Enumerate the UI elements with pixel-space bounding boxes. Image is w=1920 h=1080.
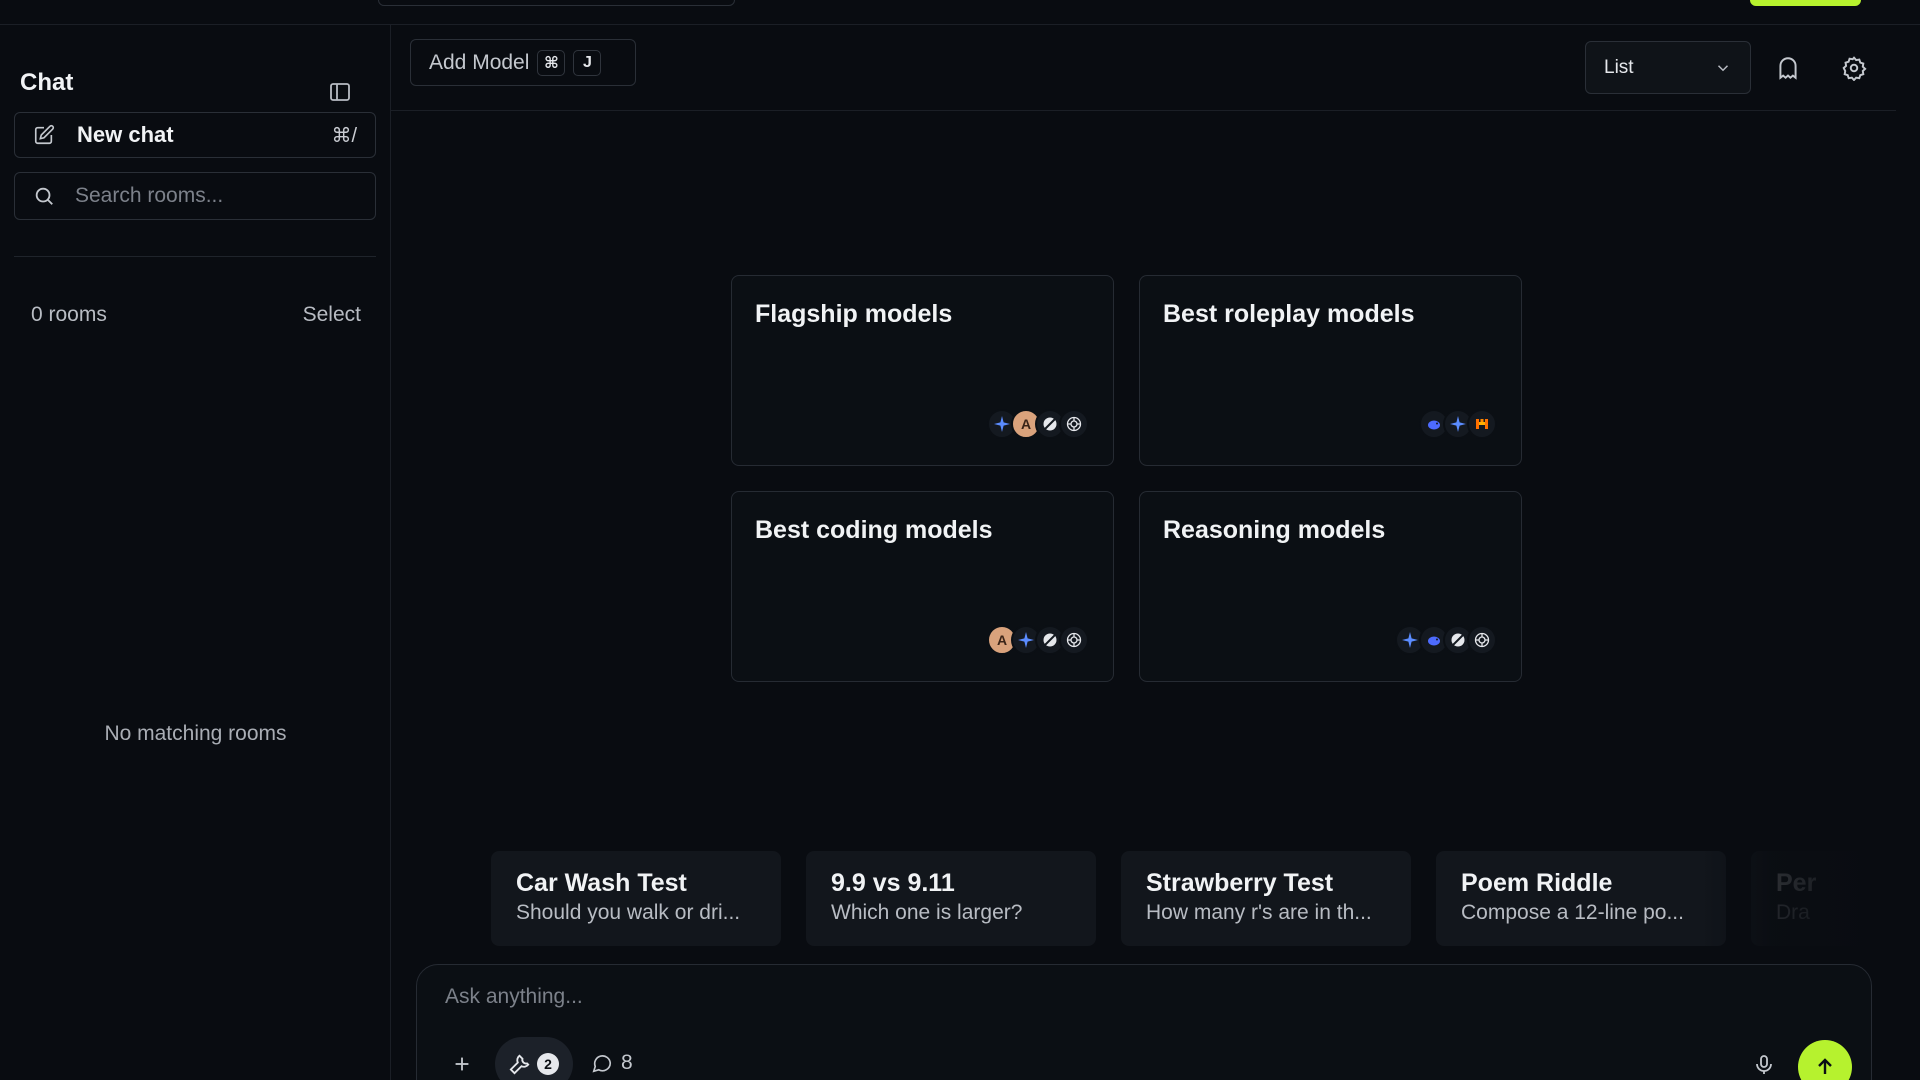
rooms-count: 0 rooms: [31, 303, 107, 326]
prompt-subtitle: Compose a 12-line po...: [1461, 901, 1684, 924]
ghost-icon[interactable]: [1775, 55, 1801, 81]
prompt-suggestion[interactable]: Car Wash Test Should you walk or dri...: [491, 851, 781, 946]
prompt-subtitle: Which one is larger?: [831, 901, 1023, 924]
arrow-up-icon: [1818, 1058, 1832, 1074]
new-chat-shortcut: ⌘/: [331, 124, 357, 147]
context-button[interactable]: 8: [591, 1051, 633, 1075]
view-mode-select[interactable]: List: [1585, 41, 1751, 94]
prompt-suggestion[interactable]: 9.9 vs 9.11 Which one is larger?: [806, 851, 1096, 946]
message-circle-icon: [592, 1055, 612, 1073]
search-icon: [35, 187, 53, 205]
model-group-title: Best coding models: [755, 516, 993, 544]
app-window: Chat New chat ⌘/ 0 rooms Select No match…: [0, 0, 1920, 1080]
shortcut-key: ⌘: [537, 49, 566, 76]
prompt-title: 9.9 vs 9.11: [831, 869, 955, 897]
shortcut-key: J: [573, 49, 602, 76]
new-chat-label: New chat: [77, 122, 174, 147]
top-input-edge[interactable]: [378, 0, 735, 6]
search-input[interactable]: [75, 184, 365, 208]
prompt-title: Strawberry Test: [1146, 869, 1334, 897]
model-group-card[interactable]: Flagship models A: [731, 275, 1114, 466]
prompt-subtitle: Dra: [1776, 901, 1810, 924]
prompt-title: Car Wash Test: [516, 869, 687, 897]
edit-icon: [34, 124, 55, 145]
sidebar-title: Chat: [20, 69, 74, 96]
openai-icon: [1059, 625, 1089, 655]
mistral-icon: [1467, 409, 1497, 439]
wrench-icon: [509, 1054, 530, 1075]
search-box: [14, 172, 376, 220]
mic-icon[interactable]: [1752, 1053, 1776, 1077]
tools-count-badge: 2: [537, 1053, 559, 1075]
model-group-card[interactable]: Reasoning models: [1139, 491, 1522, 682]
add-model-button[interactable]: Add Model ⌘ J: [410, 39, 636, 86]
message-input[interactable]: [445, 985, 1825, 1019]
new-chat-button[interactable]: New chat ⌘/: [14, 112, 376, 158]
model-icon-stack: A: [987, 625, 1089, 655]
send-button[interactable]: [1798, 1040, 1852, 1080]
tools-button[interactable]: 2: [495, 1037, 573, 1080]
top-bar: [0, 0, 1920, 25]
prompt-title: Per: [1776, 869, 1817, 897]
sidebar-toggle-icon[interactable]: [328, 80, 352, 104]
openai-icon: [1059, 409, 1089, 439]
prompt-subtitle: Should you walk or dri...: [516, 901, 741, 924]
select-button[interactable]: Select: [303, 303, 361, 327]
top-accent-button[interactable]: [1750, 0, 1861, 6]
sidebar-divider: [14, 256, 376, 257]
empty-rooms-message: No matching rooms: [104, 722, 287, 745]
model-group-title: Reasoning models: [1163, 516, 1386, 544]
model-group-title: Flagship models: [755, 300, 953, 328]
model-icon-stack: [1395, 625, 1497, 655]
model-group-title: Best roleplay models: [1163, 300, 1415, 328]
prompt-subtitle: How many r's are in th...: [1146, 901, 1372, 924]
view-mode-value: List: [1604, 56, 1634, 78]
prompt-title: Poem Riddle: [1461, 869, 1613, 897]
gear-icon[interactable]: [1841, 55, 1867, 81]
add-model-label: Add Model: [429, 50, 530, 74]
model-group-card[interactable]: Best coding models A: [731, 491, 1114, 682]
model-icon-stack: [1419, 409, 1497, 439]
composer: 2 8: [416, 964, 1872, 1080]
sidebar: Chat New chat ⌘/ 0 rooms Select No match…: [0, 25, 391, 1080]
openai-icon: [1467, 625, 1497, 655]
context-count: 8: [621, 1051, 633, 1074]
prompt-suggestion[interactable]: Per Dra: [1751, 851, 1871, 946]
prompt-suggestion[interactable]: Strawberry Test How many r's are in th..…: [1121, 851, 1411, 946]
prompt-suggestion[interactable]: Poem Riddle Compose a 12-line po...: [1436, 851, 1726, 946]
chevron-down-icon: [1717, 64, 1729, 71]
model-icon-stack: A: [987, 409, 1089, 439]
plus-icon[interactable]: [451, 1053, 473, 1075]
model-group-card[interactable]: Best roleplay models: [1139, 275, 1522, 466]
main-header: Add Model ⌘ J List: [391, 25, 1896, 111]
